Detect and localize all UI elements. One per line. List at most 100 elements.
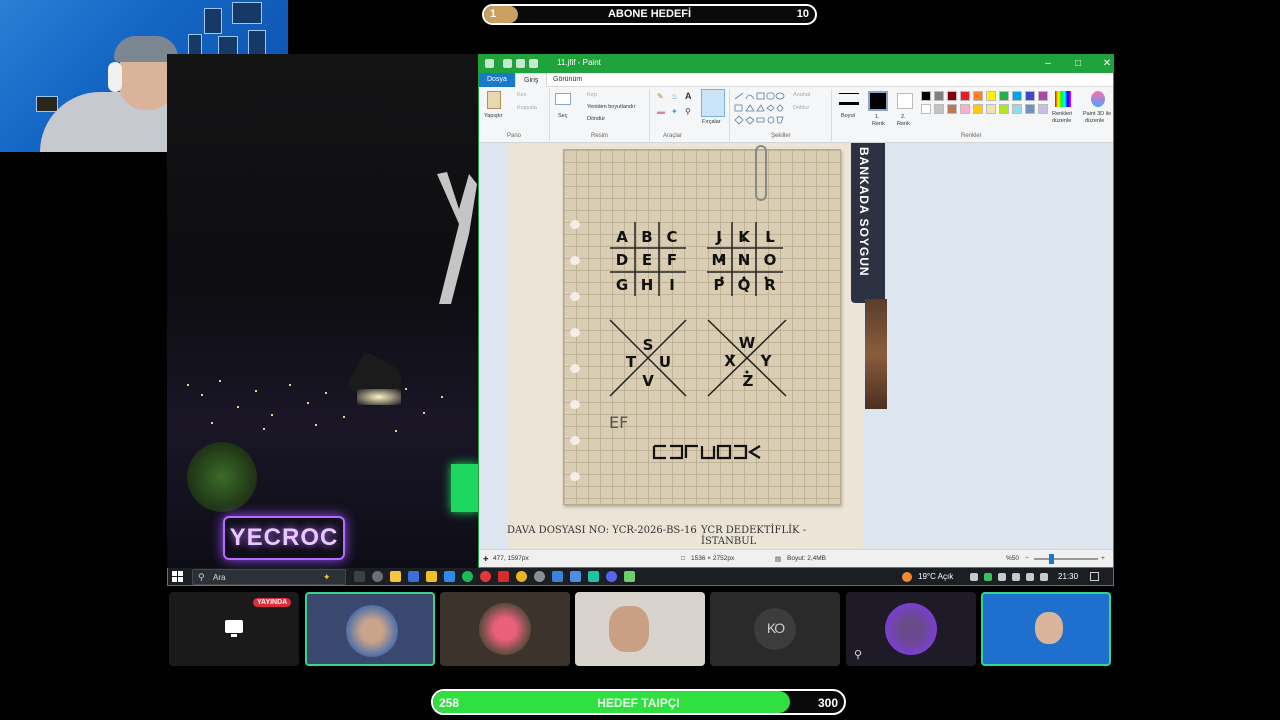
participant-tile-2[interactable] — [305, 592, 435, 666]
palette-swatch[interactable] — [1012, 104, 1022, 114]
tab-view[interactable]: Görünüm — [545, 73, 590, 87]
palette-swatch[interactable] — [973, 104, 983, 114]
save-icon[interactable] — [503, 59, 512, 68]
zoom-slider[interactable] — [1034, 558, 1098, 560]
app-icon-mail[interactable] — [570, 571, 581, 582]
canvas-area[interactable]: ABCDEFGHIJKLMNOPQRSTUVWXYZ EF BANKADA SO… — [479, 143, 1113, 551]
palette-swatch[interactable] — [1025, 91, 1035, 101]
participant-tile-7[interactable] — [981, 592, 1111, 666]
minimize-button[interactable]: – — [1033, 56, 1063, 72]
paint-titlebar[interactable]: 11.jfif - Paint – □ ✕ — [479, 55, 1113, 73]
color1-label[interactable]: 1. — [875, 114, 880, 120]
chrome-icon[interactable] — [516, 571, 527, 582]
fill-button[interactable]: Doldur — [793, 105, 809, 111]
text-tool-icon[interactable]: A — [685, 91, 692, 101]
palette-swatch[interactable] — [1012, 91, 1022, 101]
app-icon-teal[interactable] — [588, 571, 599, 582]
palette-swatch[interactable] — [999, 104, 1009, 114]
network-icon[interactable] — [998, 573, 1006, 581]
app-icon-yellow[interactable] — [426, 571, 437, 582]
tab-file[interactable]: Dosya — [479, 73, 515, 87]
app-icon-photos[interactable] — [444, 571, 455, 582]
palette-swatch[interactable] — [947, 91, 957, 101]
outline-button[interactable]: Anahat — [793, 92, 810, 98]
maximize-button[interactable]: □ — [1063, 56, 1093, 72]
weather-text[interactable]: 19°C Açık — [918, 572, 953, 581]
pencil-icon[interactable]: ✎ — [657, 92, 664, 101]
file-explorer-icon[interactable] — [390, 571, 401, 582]
select-label[interactable]: Seç — [558, 113, 567, 119]
settings-icon[interactable] — [372, 571, 383, 582]
participant-tile-4[interactable] — [575, 592, 705, 666]
image-document[interactable]: ABCDEFGHIJKLMNOPQRSTUVWXYZ EF BANKADA SO… — [507, 143, 887, 551]
eraser-icon[interactable]: ▬ — [657, 107, 665, 116]
size-icon[interactable] — [839, 93, 859, 105]
app-icon-red[interactable] — [498, 571, 509, 582]
palette-swatch[interactable] — [999, 91, 1009, 101]
participant-tile-screenshare[interactable]: YAYINDA — [169, 592, 299, 666]
palette-swatch[interactable] — [947, 104, 957, 114]
zoom-in-button[interactable]: + — [1101, 555, 1105, 562]
paste-icon[interactable] — [487, 91, 501, 109]
zoom-level[interactable]: %50 — [1006, 555, 1019, 562]
palette-swatch[interactable] — [960, 104, 970, 114]
taskbar-clock[interactable]: 21:30 — [1058, 572, 1078, 581]
palette-swatch[interactable] — [973, 91, 983, 101]
windows-start-icon[interactable] — [172, 571, 184, 583]
palette-swatch[interactable] — [1038, 104, 1048, 114]
brushes-label[interactable]: Fırçalar — [702, 119, 721, 125]
microphone-icon[interactable] — [1026, 573, 1034, 581]
tray-app-icon[interactable] — [984, 573, 992, 581]
size-label[interactable]: Boyut — [841, 113, 855, 119]
opera-icon[interactable] — [480, 571, 491, 582]
tray-chevron-icon[interactable] — [970, 573, 978, 581]
undo-icon[interactable] — [516, 59, 525, 68]
palette-swatch[interactable] — [934, 91, 944, 101]
task-view-icon[interactable] — [354, 571, 365, 582]
color2-label[interactable]: 2. — [901, 114, 906, 120]
paste-label[interactable]: Yapıştır — [484, 113, 503, 119]
palette-swatch[interactable] — [934, 104, 944, 114]
brushes-icon[interactable] — [701, 89, 725, 117]
palette-swatch[interactable] — [1038, 91, 1048, 101]
volume-icon[interactable] — [1040, 573, 1048, 581]
app-icon-blue[interactable] — [408, 571, 419, 582]
spotify-icon[interactable] — [462, 571, 473, 582]
resize-button[interactable]: Yeniden boyutlandır — [587, 104, 635, 110]
palette-swatch[interactable] — [986, 104, 996, 114]
participant-tile-5[interactable]: KO — [710, 592, 840, 666]
participant-tile-3[interactable] — [440, 592, 570, 666]
edit-colors-label[interactable]: Renkleri — [1052, 111, 1072, 117]
zoom-slider-thumb[interactable] — [1049, 554, 1054, 564]
shapes-gallery[interactable] — [733, 91, 787, 127]
paint3d-icon[interactable] — [1091, 91, 1105, 107]
copy-button[interactable]: Kopyala — [517, 105, 537, 111]
taskbar-search-input[interactable]: ⚲ Ara ✦ — [192, 569, 346, 585]
color2-swatch[interactable] — [897, 93, 913, 109]
redo-icon[interactable] — [529, 59, 538, 68]
paint3d-label[interactable]: Paint 3D ile — [1083, 111, 1111, 117]
color-picker-icon[interactable]: ✦ — [671, 107, 678, 116]
fill-bucket-icon[interactable]: ♨ — [671, 92, 678, 101]
tab-home[interactable]: Giriş — [515, 73, 548, 87]
paint-window[interactable]: 11.jfif - Paint – □ ✕ Dosya Giriş Görünü… — [478, 54, 1114, 568]
app-icon-edge[interactable] — [552, 571, 563, 582]
weather-icon[interactable] — [902, 572, 912, 582]
zoom-out-button[interactable]: − — [1025, 555, 1029, 562]
palette-swatch[interactable] — [921, 104, 931, 114]
palette-swatch[interactable] — [986, 91, 996, 101]
discord-icon[interactable] — [606, 571, 617, 582]
crop-button[interactable]: Kırp — [587, 92, 597, 98]
rotate-button[interactable]: Döndür — [587, 116, 605, 122]
palette-swatch[interactable] — [921, 91, 931, 101]
palette-swatch[interactable] — [960, 91, 970, 101]
notification-icon[interactable] — [1090, 572, 1099, 581]
edit-colors-icon[interactable] — [1055, 91, 1071, 107]
participant-tile-6[interactable]: ⚲ — [846, 592, 976, 666]
obs-icon[interactable] — [534, 571, 545, 582]
color1-swatch[interactable] — [868, 91, 888, 111]
close-button[interactable]: ✕ — [1092, 56, 1113, 72]
paint-taskbar-icon[interactable] — [624, 571, 635, 582]
magnifier-icon[interactable]: ⚲ — [685, 107, 691, 116]
battery-icon[interactable] — [1012, 573, 1020, 581]
